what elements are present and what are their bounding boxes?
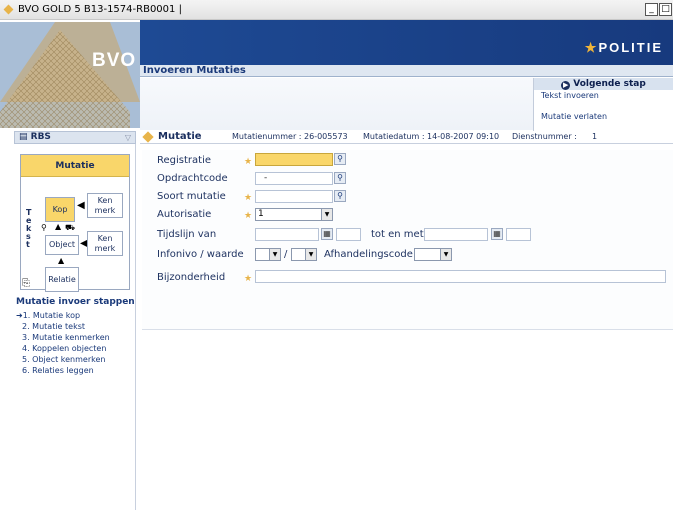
registratie-input[interactable] bbox=[255, 153, 333, 166]
car-icon: ⛟ bbox=[65, 223, 76, 232]
diagram-kenmerk-kop[interactable]: Ken merk bbox=[87, 193, 123, 218]
window-titlebar: BVO GOLD 5 B13-1574-RB0001 | _ □ bbox=[0, 0, 673, 20]
mutatie-diagram: Mutatie T e k s t Kop ◀ Ken merk ▲ ⚲ ⛟ O… bbox=[20, 154, 130, 292]
search-icon[interactable]: ⚲ bbox=[334, 190, 346, 202]
diagram-title: Mutatie bbox=[21, 155, 129, 177]
required-star-icon: ★ bbox=[244, 193, 253, 203]
calendar-icon[interactable]: ▦ bbox=[321, 228, 333, 240]
section-title: Invoeren Mutaties bbox=[143, 65, 246, 76]
next-step-panel: ▶ Volgende stap Tekst invoeren Mutatie ve… bbox=[533, 78, 673, 131]
chevron-down-icon: ▼ bbox=[269, 249, 280, 260]
section-titlebar: Invoeren Mutaties bbox=[140, 65, 673, 77]
waarde-select[interactable]: ▼ bbox=[291, 248, 317, 261]
main-form: Registratie ★ ⚲ Opdrachtcode - ⚲ Soort m… bbox=[140, 144, 673, 510]
dienstnummer-value: 1 bbox=[592, 132, 598, 141]
left-panel: Mutatie T e k s t Kop ◀ Ken merk ▲ ⚲ ⛟ O… bbox=[14, 144, 136, 510]
search-icon[interactable]: ⚲ bbox=[334, 172, 346, 184]
next-step-button[interactable]: ▶ Volgende stap bbox=[534, 78, 673, 90]
diagram-kop[interactable]: Kop bbox=[45, 197, 75, 222]
mutatie-verlaten-link[interactable]: Mutatie verlaten bbox=[534, 112, 673, 121]
copy-icon[interactable]: ⎘ bbox=[22, 278, 30, 289]
diagram-relatie[interactable]: Relatie bbox=[45, 267, 79, 292]
form-titlebar: Mutatie Mutatienummer : 26-005573 Mutati… bbox=[140, 131, 673, 144]
infonivo-label: Infonivo / waarde bbox=[157, 249, 244, 260]
tot-en-met-time[interactable] bbox=[506, 228, 531, 241]
bvo-logo: BVO bbox=[92, 50, 137, 71]
autorisatie-label: Autorisatie bbox=[157, 209, 212, 220]
mutatiedatum: Mutatiedatum : 14-08-2007 09:10 bbox=[363, 132, 500, 141]
arrow-right-icon: ▶ bbox=[561, 81, 571, 90]
chevron-down-icon: ▼ bbox=[440, 249, 451, 260]
step-item[interactable]: 4. Koppelen objecten bbox=[16, 343, 110, 354]
step-item[interactable]: 5. Object kenmerken bbox=[16, 354, 110, 365]
chevron-down-icon: ▼ bbox=[321, 209, 332, 220]
window-title: BVO GOLD 5 B13-1574-RB0001 | bbox=[18, 4, 182, 15]
soort-mutatie-label: Soort mutatie bbox=[157, 191, 226, 202]
diagram-object[interactable]: Object bbox=[45, 235, 79, 255]
header-blank-area bbox=[140, 78, 533, 130]
chevron-down-icon[interactable]: ▽ bbox=[125, 133, 131, 142]
soort-mutatie-input[interactable] bbox=[255, 190, 333, 203]
opdrachtcode-label: Opdrachtcode bbox=[157, 173, 228, 184]
politie-star-icon: ★ bbox=[584, 40, 599, 55]
search-icon[interactable]: ⚲ bbox=[334, 153, 346, 165]
steps-list: ➜1. Mutatie kop 2. Mutatie tekst 3. Muta… bbox=[16, 310, 110, 376]
tijdslijn-van-label: Tijdslijn van bbox=[157, 229, 217, 240]
diagram-kenmerk-object[interactable]: Ken merk bbox=[87, 231, 123, 256]
arrow-up-icon: ▲ bbox=[55, 222, 62, 231]
afhandelingscode-label: Afhandelingscode bbox=[324, 249, 413, 260]
chevron-down-icon: ▼ bbox=[305, 249, 316, 260]
steps-title: Mutatie invoer stappen bbox=[16, 297, 135, 307]
registratie-label: Registratie bbox=[157, 155, 211, 166]
arrow-left-icon: ◀ bbox=[77, 200, 85, 211]
dienstnummer-label: Dienstnummer : bbox=[512, 132, 577, 141]
mutatie-icon bbox=[142, 131, 154, 143]
bijzonderheid-input[interactable] bbox=[255, 270, 666, 283]
link-icon: ⚲ bbox=[41, 223, 47, 232]
tot-en-met-date[interactable] bbox=[424, 228, 488, 241]
step-item[interactable]: 6. Relaties leggen bbox=[16, 365, 110, 376]
step-item[interactable]: ➜1. Mutatie kop bbox=[16, 310, 110, 321]
calendar-icon[interactable]: ▦ bbox=[491, 228, 503, 240]
afhandelingscode-select[interactable]: ▼ bbox=[414, 248, 452, 261]
tekst-invoeren-link[interactable]: Tekst invoeren bbox=[534, 91, 673, 100]
opdrachtcode-input[interactable]: - bbox=[255, 172, 333, 185]
rbs-panel-header[interactable]: ▤ RBS ▽ bbox=[14, 131, 136, 144]
form-title: Mutatie bbox=[158, 131, 202, 142]
rbs-label: ▤ RBS bbox=[19, 132, 51, 142]
required-star-icon: ★ bbox=[244, 211, 253, 221]
required-star-icon: ★ bbox=[244, 274, 253, 284]
tot-en-met-label: tot en met bbox=[371, 229, 424, 240]
header-pyramid-image bbox=[0, 22, 140, 128]
mutatienummer: Mutatienummer : 26-005573 bbox=[232, 132, 348, 141]
autorisatie-select[interactable]: 1 ▼ bbox=[255, 208, 333, 221]
slash-separator: / bbox=[284, 249, 288, 260]
app-icon bbox=[3, 4, 14, 15]
tekst-vertical-label: T e k s t bbox=[26, 208, 32, 249]
step-item[interactable]: 2. Mutatie tekst bbox=[16, 321, 110, 332]
tijdslijn-van-time[interactable] bbox=[336, 228, 361, 241]
card-icon: ▤ bbox=[19, 132, 31, 142]
bijzonderheid-label: Bijzonderheid bbox=[157, 272, 226, 283]
maximize-button[interactable]: □ bbox=[659, 3, 672, 16]
tijdslijn-van-date[interactable] bbox=[255, 228, 319, 241]
minimize-button[interactable]: _ bbox=[645, 3, 658, 16]
arrow-up-icon: ▲ bbox=[58, 256, 65, 265]
step-item[interactable]: 3. Mutatie kenmerken bbox=[16, 332, 110, 343]
politie-logo: ★POLITIE bbox=[584, 40, 663, 55]
infonivo-select[interactable]: ▼ bbox=[255, 248, 281, 261]
required-star-icon: ★ bbox=[244, 157, 253, 167]
